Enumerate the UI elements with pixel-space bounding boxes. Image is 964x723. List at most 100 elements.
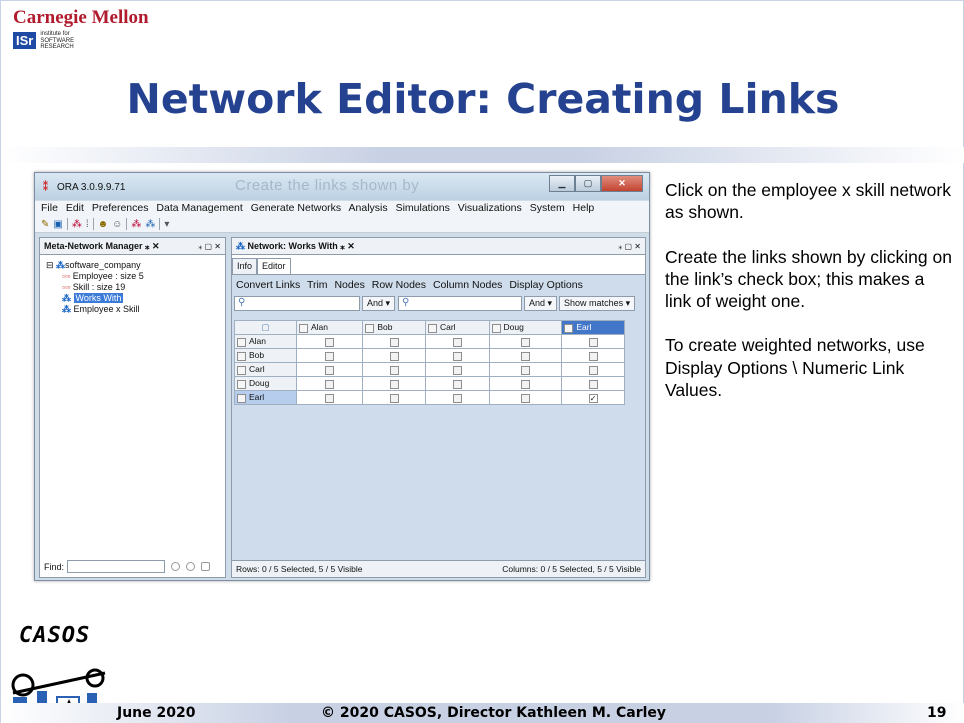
menu-visualizations[interactable]: Visualizations bbox=[458, 202, 522, 214]
link-checkbox[interactable]: ✓ bbox=[588, 393, 598, 403]
menu-edit[interactable]: Edit bbox=[66, 202, 84, 214]
link-cell bbox=[488, 362, 563, 377]
link-checkbox[interactable] bbox=[520, 393, 530, 403]
link-checkbox[interactable] bbox=[588, 365, 598, 375]
column-checkbox[interactable] bbox=[564, 323, 574, 333]
node-list-icon[interactable]: ⁞ bbox=[86, 219, 89, 230]
link-checkbox[interactable] bbox=[325, 379, 335, 389]
save-icon[interactable]: ▣ bbox=[53, 219, 62, 230]
column-header-alan[interactable]: Alan bbox=[295, 320, 364, 335]
row-header[interactable]: Alan bbox=[234, 334, 297, 349]
network-icon[interactable]: ⁂ bbox=[131, 219, 141, 230]
link-cell bbox=[295, 390, 364, 405]
column-search-input[interactable]: ⚲ bbox=[398, 295, 522, 311]
row-and-dropdown[interactable]: And ▾ bbox=[362, 295, 396, 311]
link-checkbox[interactable] bbox=[588, 337, 598, 347]
menu-generate-networks[interactable]: Generate Networks bbox=[251, 202, 341, 214]
editor-menu-nodes[interactable]: Nodes bbox=[334, 279, 364, 291]
show-matches-dropdown[interactable]: Show matches ▾ bbox=[559, 295, 636, 311]
menu-analysis[interactable]: Analysis bbox=[349, 202, 388, 214]
column-header-carl[interactable]: Carl bbox=[424, 320, 490, 335]
link-checkbox[interactable] bbox=[325, 393, 335, 403]
pane-controls-icon[interactable]: ⁎ ▢ ✕ bbox=[618, 238, 641, 255]
maximize-button[interactable]: ▢ bbox=[575, 175, 601, 192]
link-checkbox[interactable] bbox=[520, 351, 530, 361]
pane-controls-icon[interactable]: ⁎ ▢ ✕ bbox=[198, 238, 221, 255]
row-checkbox[interactable] bbox=[237, 337, 246, 347]
link-checkbox[interactable] bbox=[452, 393, 462, 403]
link-checkbox[interactable] bbox=[389, 365, 399, 375]
link-checkbox[interactable] bbox=[452, 351, 462, 361]
link-checkbox[interactable] bbox=[389, 393, 399, 403]
user-icon[interactable]: ☻ bbox=[98, 219, 109, 230]
column-header-doug[interactable]: Doug bbox=[488, 320, 563, 335]
tree-item-works-with[interactable]: ⁂ Works With bbox=[46, 293, 144, 304]
column-checkbox[interactable] bbox=[299, 323, 308, 333]
network-tab[interactable]: ⁂ Network: Works With ⁎ ✕ ⁎ ▢ ✕ bbox=[232, 238, 645, 255]
find-previous-icon[interactable] bbox=[171, 562, 181, 571]
link-checkbox[interactable] bbox=[389, 337, 399, 347]
tab-close-icon[interactable]: ⁎ ✕ bbox=[145, 241, 160, 251]
link-checkbox[interactable] bbox=[325, 337, 335, 347]
minimize-button[interactable]: ▁ bbox=[549, 175, 575, 192]
row-checkbox[interactable] bbox=[237, 351, 246, 361]
tree-item-skill[interactable]: ▫▫▫ Skill : size 19 bbox=[46, 282, 144, 293]
link-checkbox[interactable] bbox=[588, 351, 598, 361]
row-checkbox[interactable] bbox=[237, 365, 246, 375]
network-multi-icon[interactable]: ⁂ bbox=[145, 219, 155, 230]
link-checkbox[interactable] bbox=[452, 337, 462, 347]
editor-menu-display-options[interactable]: Display Options bbox=[509, 279, 583, 291]
tab-close-icon[interactable]: ⁎ ✕ bbox=[340, 241, 355, 251]
copy-icon[interactable]: ▢ bbox=[261, 322, 269, 332]
editor-menu-convert-links[interactable]: Convert Links bbox=[236, 279, 300, 291]
link-checkbox[interactable] bbox=[389, 351, 399, 361]
user-group-icon[interactable]: ☺ bbox=[112, 219, 122, 230]
row-checkbox[interactable] bbox=[237, 379, 246, 389]
editor-menu-column-nodes[interactable]: Column Nodes bbox=[433, 279, 502, 291]
find-input[interactable] bbox=[67, 560, 166, 573]
column-and-dropdown[interactable]: And ▾ bbox=[524, 295, 558, 311]
column-checkbox[interactable] bbox=[427, 323, 437, 333]
row-header[interactable]: Bob bbox=[234, 348, 297, 363]
menu-system[interactable]: System bbox=[530, 202, 565, 214]
menu-help[interactable]: Help bbox=[573, 202, 595, 214]
tree-root[interactable]: ⊟ ⁂software_company bbox=[46, 260, 144, 271]
window-titlebar[interactable]: ⁑ ORA 3.0.9.9.71 Create the links shown … bbox=[35, 173, 649, 200]
row-search-input[interactable]: ⚲ bbox=[234, 295, 360, 311]
editor-menu-row-nodes[interactable]: Row Nodes bbox=[372, 279, 426, 291]
column-checkbox[interactable] bbox=[491, 323, 501, 333]
link-checkbox[interactable] bbox=[325, 351, 335, 361]
menu-simulations[interactable]: Simulations bbox=[396, 202, 450, 214]
close-button[interactable]: ✕ bbox=[601, 175, 643, 192]
column-header-earl[interactable]: Earl bbox=[561, 320, 625, 335]
link-checkbox[interactable] bbox=[389, 379, 399, 389]
link-checkbox[interactable] bbox=[452, 365, 462, 375]
link-checkbox[interactable] bbox=[520, 365, 530, 375]
tab-editor[interactable]: Editor bbox=[257, 258, 291, 274]
link-checkbox[interactable] bbox=[588, 379, 598, 389]
link-checkbox[interactable] bbox=[452, 379, 462, 389]
wand-icon[interactable]: ✎ bbox=[41, 219, 49, 230]
row-header[interactable]: Carl bbox=[234, 362, 297, 377]
column-checkbox[interactable] bbox=[365, 323, 375, 333]
editor-menu-trim[interactable]: Trim bbox=[307, 279, 328, 291]
node-icon[interactable]: ⁂ bbox=[72, 219, 82, 230]
menu-preferences[interactable]: Preferences bbox=[92, 202, 149, 214]
tree-item-employee[interactable]: ▫▫▫ Employee : size 5 bbox=[46, 271, 144, 282]
tree-item-employee-x-skill[interactable]: ⁂ Employee x Skill bbox=[46, 304, 144, 315]
find-next-icon[interactable] bbox=[186, 562, 196, 571]
row-header[interactable]: Earl bbox=[234, 390, 297, 405]
row-checkbox[interactable] bbox=[237, 393, 246, 403]
menu-data-management[interactable]: Data Management bbox=[156, 202, 242, 214]
find-options-icon[interactable] bbox=[201, 562, 211, 571]
link-checkbox[interactable] bbox=[325, 365, 335, 375]
meta-network-manager-tab[interactable]: Meta-Network Manager ⁎ ✕ ⁎ ▢ ✕ bbox=[40, 238, 225, 255]
link-checkbox[interactable] bbox=[520, 379, 530, 389]
window-title: ORA 3.0.9.9.71 bbox=[57, 182, 126, 193]
dropdown-icon[interactable]: ▾ bbox=[164, 219, 169, 230]
menu-file[interactable]: File bbox=[41, 202, 58, 214]
tab-info[interactable]: Info bbox=[232, 258, 258, 274]
link-checkbox[interactable] bbox=[520, 337, 530, 347]
row-header[interactable]: Doug bbox=[234, 376, 297, 391]
column-header-bob[interactable]: Bob bbox=[362, 320, 426, 335]
